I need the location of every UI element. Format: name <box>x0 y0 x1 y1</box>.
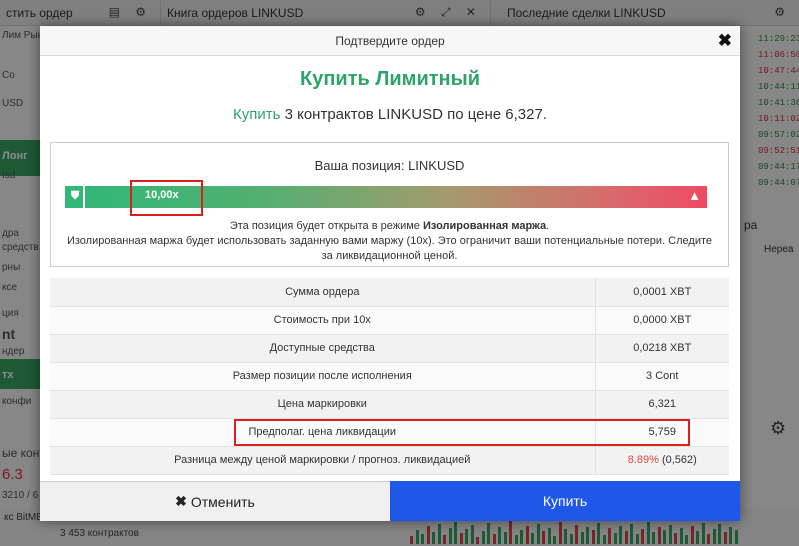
table-row: Разница между ценой маркировки / прогноз… <box>50 446 729 475</box>
margin-mode: Изолированная маржа <box>422 220 547 232</box>
position-note: Эта позиция будет открыта в режиме Изоли… <box>51 219 728 264</box>
order-side: Купить <box>232 106 281 123</box>
row-value: 8.89% (0,562) <box>595 446 729 475</box>
dialog-header: Подтвердите ордер ✖ <box>40 26 740 56</box>
diff-absolute: (0,562) <box>658 454 697 466</box>
row-value: 0,0000 XBT <box>595 306 729 335</box>
cancel-label: Отменить <box>190 493 255 510</box>
cancel-button[interactable]: ✖ Отменить <box>40 481 390 521</box>
row-label: Стоимость при 10x <box>50 306 596 335</box>
close-icon: ✖ <box>175 493 187 509</box>
row-label: Цена маркировки <box>50 390 596 419</box>
row-label: Разница между ценой маркировки / прогноз… <box>50 446 596 475</box>
dialog-footer: ✖ Отменить Купить <box>40 481 740 521</box>
confirm-order-dialog: Подтвердите ордер ✖ Купить Лимитный Купи… <box>40 26 740 521</box>
close-icon[interactable]: ✖ <box>718 32 732 49</box>
margin-mode-line: Эта позиция будет открыта в режиме Изоли… <box>229 220 550 232</box>
shield-icon: ⛊ <box>71 190 80 202</box>
table-row: Цена маркировки 6,321 <box>50 390 729 419</box>
row-label: Доступные средства <box>50 334 596 363</box>
liquidation-highlight-box <box>234 419 690 446</box>
buy-label: Купить <box>542 493 588 509</box>
order-type-title: Купить Лимитный <box>299 68 481 90</box>
diff-percent: 8.89% <box>627 454 659 466</box>
table-row: Стоимость при 10x 0,0000 XBT <box>50 306 729 335</box>
row-value: 3 Cont <box>595 362 729 391</box>
row-value: 6,321 <box>595 390 729 419</box>
dialog-title: Подтвердите ордер <box>335 33 445 48</box>
leverage-divider <box>83 186 85 208</box>
row-label: Размер позиции после исполнения <box>50 362 596 391</box>
table-row: Доступные средства 0,0218 XBT <box>50 334 729 363</box>
table-row: Сумма ордера 0,0001 XBT <box>50 278 729 307</box>
row-value: 0,0001 XBT <box>595 278 729 307</box>
buy-button[interactable]: Купить <box>390 481 740 521</box>
table-row: Размер позиции после исполнения 3 Cont <box>50 362 729 391</box>
warning-icon: ▲ <box>688 188 701 203</box>
row-label: Сумма ордера <box>50 278 596 307</box>
leverage-highlight-box <box>130 180 203 216</box>
position-title: Ваша позиция: LINKUSD <box>314 158 465 173</box>
row-value: 0,0218 XBT <box>595 334 729 363</box>
order-summary-text: 3 контрактов LINKUSD по цене 6,327. <box>280 106 548 123</box>
margin-explanation: Изолированная маржа будет использовать з… <box>66 235 713 262</box>
order-summary: Купить 3 контрактов LINKUSD по цене 6,32… <box>40 106 740 123</box>
